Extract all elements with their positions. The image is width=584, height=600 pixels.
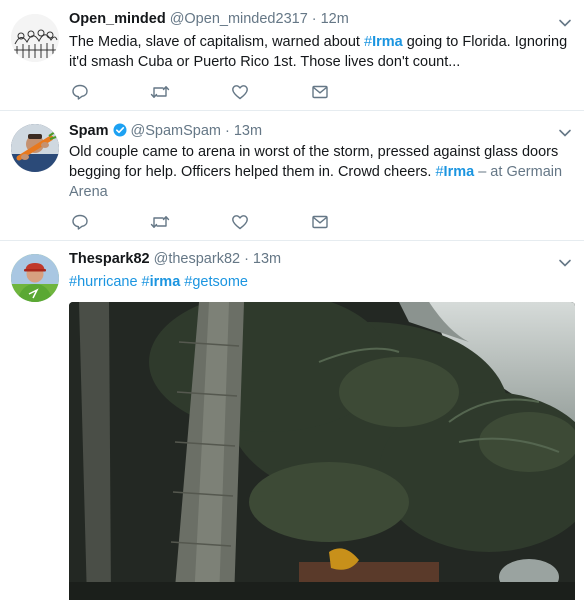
avatar-spam[interactable] (11, 124, 59, 172)
user-handle[interactable]: @Open_minded2317 (170, 11, 308, 27)
sketch-crowd-avatar-icon (11, 14, 59, 62)
user-handle[interactable]: @thespark82 (154, 251, 240, 267)
tweet-2-text: Old couple came to arena in worst of the… (69, 144, 563, 200)
tweet-3-media[interactable] (69, 302, 575, 600)
like-icon[interactable] (231, 213, 251, 233)
hashtag-irma[interactable]: #Irma (364, 34, 403, 50)
chevron-down-icon[interactable] (558, 126, 572, 140)
timestamp[interactable]: 13m (234, 123, 262, 139)
verified-badge-icon (113, 123, 126, 137)
tweet-1-actions (69, 83, 339, 103)
hashtag-irma[interactable]: #irma (142, 274, 181, 290)
display-name[interactable]: Thespark82 (69, 251, 150, 267)
direct-message-icon[interactable] (311, 213, 331, 233)
retweet-icon[interactable] (150, 213, 170, 233)
avatar-open-minded[interactable] (11, 14, 59, 62)
reply-icon[interactable] (71, 83, 91, 103)
chevron-down-icon[interactable] (558, 256, 572, 270)
direct-message-icon[interactable] (311, 83, 331, 103)
hashtag-irma[interactable]: #Irma (435, 164, 474, 180)
tweet-1-header: Open_minded @Open_minded2317 · 12m (69, 11, 349, 31)
timestamp[interactable]: 13m (253, 251, 281, 267)
hurricane-trees-video-frame-icon (69, 302, 575, 600)
separator-dot: · (244, 251, 249, 267)
man-holding-carrot-avatar-icon (11, 124, 59, 172)
tweet-2-actions (69, 213, 339, 233)
separator-dot: · (224, 123, 230, 139)
retweet-icon[interactable] (150, 83, 170, 103)
reply-icon[interactable] (71, 213, 91, 233)
tweet-3-header: Thespark82 @thespark82 · 13m (69, 251, 281, 271)
chevron-down-icon[interactable] (558, 16, 572, 30)
display-name[interactable]: Open_minded (69, 11, 166, 27)
timestamp[interactable]: 12m (321, 11, 349, 27)
like-icon[interactable] (231, 83, 251, 103)
hashtag-hurricane[interactable]: #hurricane (69, 274, 138, 290)
user-handle[interactable]: @SpamSpam (131, 123, 221, 139)
tweet-1-text: The Media, slave of capitalism, warned a… (69, 34, 568, 70)
hashtag-getsome[interactable]: #getsome (184, 274, 248, 290)
man-in-cap-avatar-icon (11, 254, 59, 302)
tweet-3-text: #hurricane #irma #getsome (69, 272, 569, 292)
tweet-2-header: Spam @SpamSpam · 13m (69, 121, 262, 141)
avatar-thespark82[interactable] (11, 254, 59, 302)
separator-dot: · (311, 11, 317, 27)
display-name[interactable]: Spam (69, 123, 109, 139)
